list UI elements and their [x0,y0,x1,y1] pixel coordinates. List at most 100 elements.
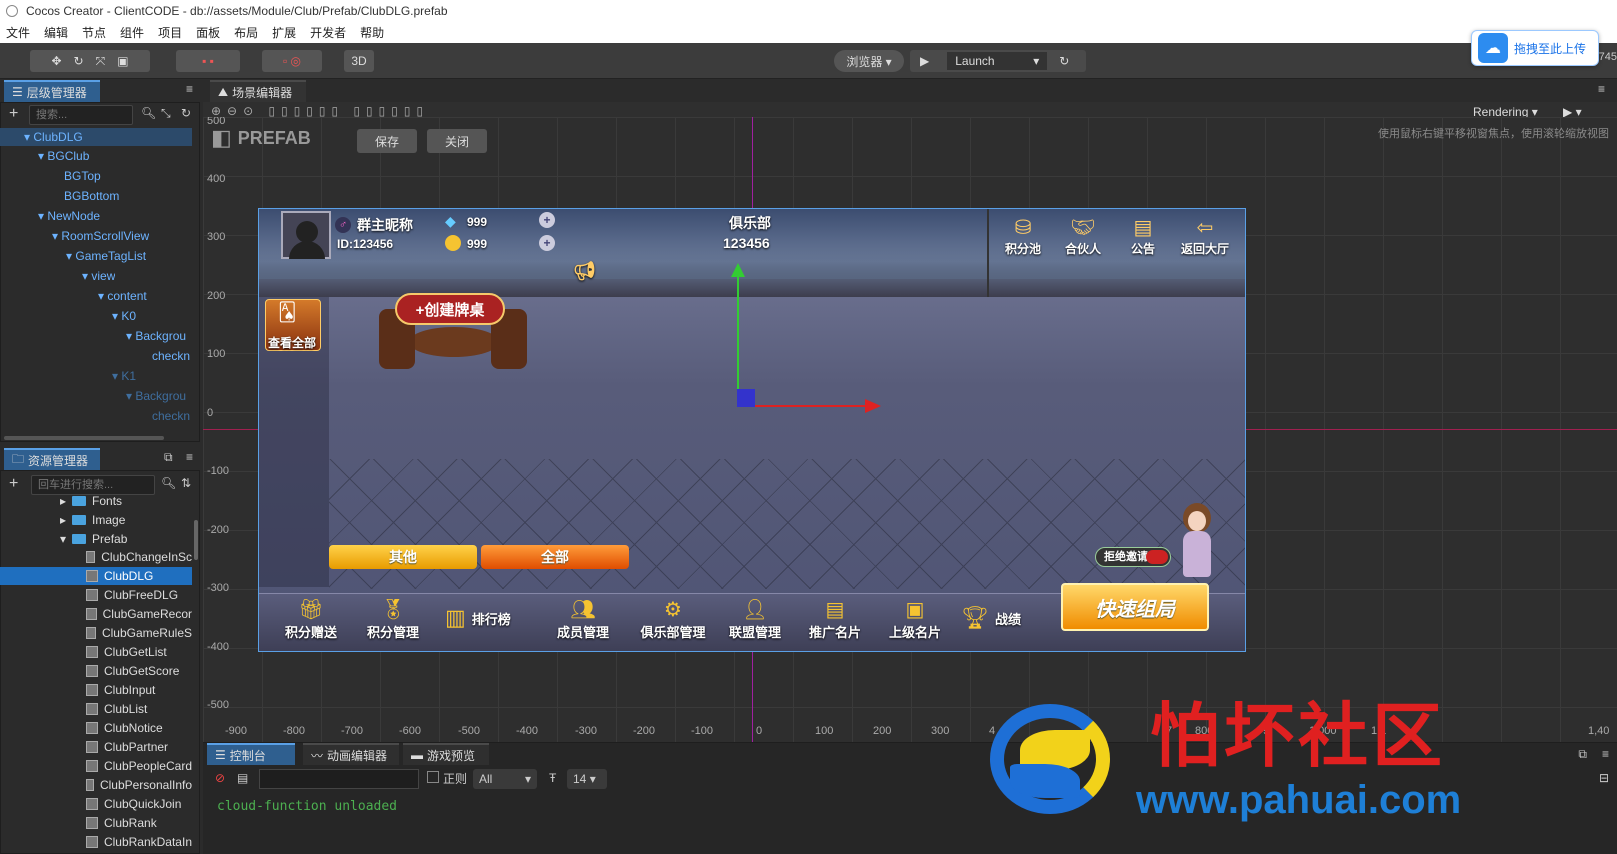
record-button[interactable]: 🏆︎ 战绩 [961,605,1041,631]
asset-item[interactable]: ClubGameRecor [86,605,192,623]
menu-edit[interactable]: 编辑 [44,24,68,41]
back-to-lobby-button[interactable]: ⇦ 返回大厅 [1175,215,1235,257]
open-log-icon[interactable]: ▤ [237,771,248,785]
tree-node-gametaglist[interactable]: ▾ GameTagList [66,247,146,265]
menu-extension[interactable]: 扩展 [272,24,296,41]
launch-dropdown[interactable]: Launch ▾ [947,52,1048,70]
club-manage-button[interactable]: ⚙ 俱乐部管理 [631,597,715,641]
rect-tool-icon[interactable]: ▣ [117,54,128,68]
folder-image[interactable]: ▸ Image [60,511,125,529]
view-all-tag[interactable]: 🂡 查看全部 [265,299,321,351]
locate-icon[interactable]: ⤡ [161,106,171,121]
asset-item[interactable]: ClubPartner [86,738,192,756]
log-level-select[interactable]: All ▾ [473,769,537,789]
tree-node-view[interactable]: ▾ view [82,267,115,285]
tree-node-content[interactable]: ▾ content [98,287,147,305]
menu-file[interactable]: 文件 [6,24,30,41]
avatar[interactable] [281,211,331,259]
asset-item[interactable]: ClubList [86,700,192,718]
zoom-icons[interactable]: ⊕⊖⊙ ▯▯▯▯▯▯ ▯▯▯▯▯▯ [211,104,429,118]
add-node-icon[interactable]: + [9,105,18,123]
pivot-tools[interactable]: ▪ ▪ [176,50,240,72]
notice-button[interactable]: ▤ 公告 [1123,215,1163,257]
hierarchy-hscrollbar[interactable] [4,436,164,440]
coord-tools[interactable]: ▫ ◎ [262,50,322,72]
browser-dropdown[interactable]: 浏览器 ▾ [834,50,904,72]
menu-node[interactable]: 节点 [82,24,106,41]
promo-card-button[interactable]: ▤ 推广名片 [803,597,867,641]
points-gift-button[interactable]: 🎁︎ 积分赠送 [281,597,341,641]
tab-all[interactable]: 全部 [481,545,629,569]
tree-node-checkmark-2[interactable]: checkn [152,407,190,425]
gizmo-center-handle[interactable] [737,389,755,407]
tree-node-k0[interactable]: ▾ K0 [112,307,136,325]
asset-item[interactable]: ClubChangeInSc [86,548,192,566]
asset-item[interactable]: ClubNotice [86,719,192,737]
move-tool-icon[interactable]: ✥ [51,54,61,68]
points-pool-button[interactable]: ⛁ 积分池 [1003,215,1043,257]
ranking-button[interactable]: ▥ 排行榜 [445,605,537,631]
console-filter-input[interactable] [259,769,419,789]
add-gold-button[interactable]: + [539,235,555,251]
gizmo-x-arrow[interactable] [737,405,867,407]
play-icon[interactable]: ▶ [920,54,929,68]
member-manage-button[interactable]: 👥︎ 成员管理 [553,597,613,641]
upload-button[interactable]: ☁ 拖拽至此上传 [1471,30,1599,66]
tab-assets[interactable]: 🗀 资源管理器 [4,448,100,470]
tab-console[interactable]: ☰ 控制台 [207,743,295,765]
folder-prefab[interactable]: ▾ Prefab [60,530,127,548]
panel-popout-icon[interactable]: ⧉ [164,450,173,465]
tree-node-k1[interactable]: ▾ K1 [112,367,136,385]
menu-component[interactable]: 组件 [120,24,144,41]
menu-help[interactable]: 帮助 [360,24,384,41]
asset-item[interactable]: ClubRank [86,814,192,832]
tree-node-checkmark[interactable]: checkn [152,347,190,365]
gizmo-y-arrow[interactable] [737,275,739,405]
add-diamond-button[interactable]: + [539,212,555,228]
tree-node-background-2[interactable]: ▾ Backgrou [126,387,190,405]
sort-icon[interactable]: ⇅ [181,476,191,490]
tab-hierarchy[interactable]: ☰ 层级管理器 [4,80,100,102]
folder-fonts[interactable]: ▸ Fonts [60,492,122,510]
tab-animation-editor[interactable]: 〰动画编辑器 [303,743,399,765]
tree-node-bgbottom[interactable]: BGBottom [64,187,119,205]
save-button[interactable]: 保存 [357,129,417,153]
panel-menu-icon[interactable]: ≡ [1602,747,1609,761]
asset-item[interactable]: ClubPersonalInfo [86,776,192,794]
alliance-manage-button[interactable]: 👤︎ 联盟管理 [723,597,787,641]
asset-item[interactable]: ClubGameRuleS [86,624,192,642]
create-table-button[interactable]: +创建牌桌 [395,293,505,325]
panel-menu-icon[interactable]: ≡ [1598,82,1605,96]
panel-menu-icon[interactable]: ≡ [186,82,193,96]
tree-node-newnode[interactable]: ▾ NewNode [38,207,100,225]
asset-item[interactable]: ClubRankDataIn [86,833,192,851]
asset-item[interactable]: ClubGetScore [86,662,192,680]
mode-3d-button[interactable]: 3D [344,50,374,72]
asset-item[interactable]: ClubGetList [86,643,192,661]
refresh-icon[interactable]: ↻ [1059,54,1069,68]
menu-panel[interactable]: 面板 [196,24,220,41]
asset-item[interactable]: ClubQuickJoin [86,795,192,813]
asset-item[interactable]: ClubInput [86,681,192,699]
font-size-select[interactable]: 14 ▾ [567,769,607,789]
panel-menu-icon[interactable]: ≡ [186,450,193,464]
refresh-icon[interactable]: ↻ [181,106,191,120]
scale-tool-icon[interactable]: ⤧ [96,54,106,69]
asset-item[interactable]: ClubPeopleCard [86,757,192,775]
menu-layout[interactable]: 布局 [234,24,258,41]
collapse-icon[interactable]: ⊟ [1599,771,1609,785]
search-icon[interactable]: 🔍︎ [161,476,176,490]
tree-node-roomscrollview[interactable]: ▾ RoomScrollView [52,227,149,245]
club-dialog-prefab[interactable]: ♂ 群主昵称 ID:123456 ◆ 999 + 999 + 📢︎ 俱乐部 12… [258,208,1246,652]
rotate-tool-icon[interactable]: ↻ [74,54,84,68]
tree-node-clubdlg[interactable]: ▾ ClubDLG [0,128,192,146]
reject-invite-toggle[interactable]: 拒绝邀请 [1095,547,1171,567]
asset-item-selected[interactable]: ClubDLG [0,567,192,585]
menu-developer[interactable]: 开发者 [310,24,346,41]
add-asset-icon[interactable]: + [9,475,18,493]
tree-node-bgclub[interactable]: ▾ BGClub [38,147,89,165]
tree-node-background[interactable]: ▾ Backgrou [126,327,190,345]
quick-join-button[interactable]: 快速组局 [1061,583,1209,631]
hierarchy-search-input[interactable]: 搜索... [29,105,133,125]
create-table-card[interactable]: +创建牌桌 [379,275,527,395]
